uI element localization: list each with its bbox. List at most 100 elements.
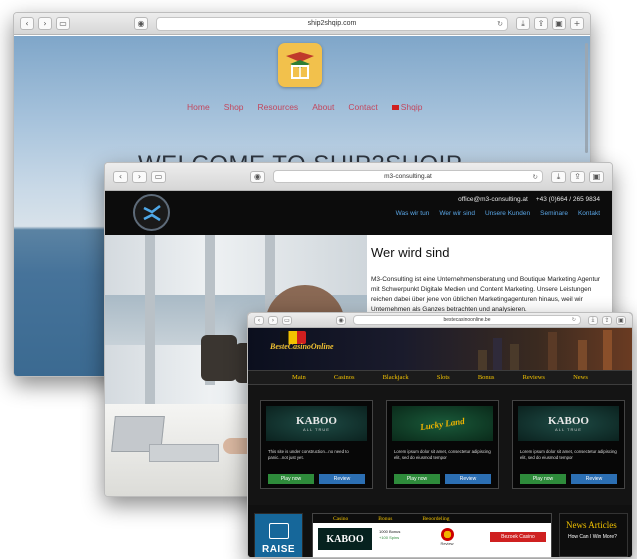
tabs-icon[interactable]: ▣ (552, 17, 566, 30)
casino-cards: KABOO ALL TRUE This site is under constr… (260, 400, 625, 489)
back-icon[interactable]: ‹ (20, 17, 34, 30)
col-bonus: Bonus (378, 515, 393, 522)
contact-email[interactable]: office@m3-consulting.at (458, 196, 528, 203)
address-text: ship2shqip.com (307, 20, 357, 27)
address-bar[interactable]: m3-consulting.at ↻ (273, 170, 543, 183)
visit-casino-button[interactable]: Bezoek Casino (490, 532, 546, 542)
address-text: bestecasinoonline.be (443, 317, 491, 323)
section-paragraph: M3-Consulting ist eine Unternehmensberat… (371, 276, 601, 313)
play-now-button[interactable]: Play now (268, 474, 314, 484)
back-icon[interactable]: ‹ (113, 170, 128, 183)
nav-language[interactable]: Shqip (391, 102, 422, 112)
address-text: m3-consulting.at (384, 173, 432, 180)
tabs-icon[interactable]: ▣ (616, 315, 626, 325)
nav-reviews[interactable]: Reviews (523, 374, 545, 381)
share-icon[interactable]: ⇪ (602, 315, 612, 325)
downloads-icon[interactable]: ⤓ (551, 170, 566, 183)
dashboard-icon (268, 523, 289, 539)
nav-casinos[interactable]: Casinos (334, 374, 355, 381)
reload-icon[interactable]: ↻ (572, 317, 576, 323)
browser-toolbar: ‹ › ▭ ◉ bestecasinoonline.be ↻ ⤓ ⇪ ▣ (248, 313, 632, 328)
raise-banner[interactable]: RAISE (254, 513, 303, 557)
site-header: office@m3-consulting.at +43 (0)664 / 265… (105, 191, 612, 235)
card-logo-subtext: ALL TRUE (303, 426, 330, 432)
nav-blackjack[interactable]: Blackjack (383, 374, 409, 381)
reload-icon[interactable]: ↻ (533, 173, 538, 181)
address-bar[interactable]: ship2shqip.com ↻ (156, 16, 508, 31)
nav-main[interactable]: Main (292, 374, 306, 381)
browser-window-bestecasinoonline: ‹ › ▭ ◉ bestecasinoonline.be ↻ ⤓ ⇪ ▣ Bes… (247, 312, 633, 558)
city-building (578, 340, 587, 370)
nav-home[interactable]: Home (187, 102, 210, 112)
nav-contact[interactable]: Contact (348, 102, 377, 112)
nav-kontakt[interactable]: Kontakt (578, 210, 600, 217)
card-logo-subtext: ALL TRUE (555, 426, 582, 432)
casino-card: KABOO ALL TRUE Lorem ipsum dolor sit ame… (512, 400, 625, 489)
sidebar-icon[interactable]: ▭ (56, 17, 70, 30)
raise-label: RAISE (261, 544, 296, 555)
browser-toolbar: ‹ › ▭ ◉ ship2shqip.com ↻ ⤓ ⇪ ▣ + (14, 13, 590, 35)
table-casino-logo[interactable]: KABOO (318, 528, 372, 550)
nav-slots[interactable]: Slots (437, 374, 450, 381)
tabs-icon[interactable]: ▣ (589, 170, 604, 183)
share-icon[interactable]: ⇪ (534, 17, 548, 30)
table-review: Review (437, 528, 457, 550)
section-heading: Wer wird sind (371, 245, 450, 260)
site-banner: BesteCasinoOnline (248, 328, 632, 370)
review-button[interactable]: Review (319, 474, 365, 484)
sidebar-icon[interactable]: ▭ (151, 170, 166, 183)
card-logo-text: Lucky Land (419, 415, 466, 432)
news-item[interactable]: How Can I Win More? (568, 534, 627, 540)
reload-icon[interactable]: ↻ (497, 20, 503, 28)
kaboo-logo: KABOO ALL TRUE (266, 406, 367, 441)
sidebar-icon[interactable]: ▭ (282, 315, 292, 325)
scrollbar[interactable] (585, 43, 588, 153)
play-now-button[interactable]: Play now (394, 474, 440, 484)
review-button[interactable]: Review (571, 474, 617, 484)
chair (201, 335, 237, 381)
share-icon[interactable]: ⇪ (570, 170, 585, 183)
nav-unsere-kunden[interactable]: Unsere Kunden (485, 210, 530, 217)
nav-shop[interactable]: Shop (224, 102, 244, 112)
new-tab-icon[interactable]: + (570, 17, 584, 30)
main-nav: Home Shop Resources About Contact Shqip (187, 102, 422, 112)
downloads-icon[interactable]: ⤓ (516, 17, 530, 30)
forward-icon[interactable]: › (38, 17, 52, 30)
forward-icon[interactable]: › (132, 170, 147, 183)
back-icon[interactable]: ‹ (254, 315, 264, 325)
downloads-icon[interactable]: ⤓ (588, 315, 598, 325)
forward-icon[interactable]: › (268, 315, 278, 325)
nav-about[interactable]: About (312, 102, 334, 112)
m3-logo[interactable] (133, 194, 170, 231)
news-panel: News Articles How Can I Win More? (559, 513, 628, 557)
city-building (548, 332, 557, 370)
privacy-icon[interactable]: ◉ (134, 17, 148, 30)
address-bar[interactable]: bestecasinoonline.be ↻ (353, 315, 581, 325)
nav-seminare[interactable]: Seminare (540, 210, 568, 217)
play-now-button[interactable]: Play now (520, 474, 566, 484)
ship2shqip-logo[interactable] (278, 43, 322, 87)
nav-resources[interactable]: Resources (258, 102, 299, 112)
airplane-box-icon (286, 52, 314, 79)
review-button[interactable]: Review (445, 474, 491, 484)
contact-info: office@m3-consulting.at +43 (0)664 / 265… (458, 196, 600, 203)
nav-wer-wir-sind[interactable]: Wer wir sind (439, 210, 475, 217)
window-frame (145, 235, 155, 405)
city-building (493, 338, 502, 370)
privacy-icon[interactable]: ◉ (336, 315, 346, 325)
site-brand[interactable]: BesteCasinoOnline (270, 342, 334, 351)
kaboo-logo: KABOO ALL TRUE (518, 406, 619, 441)
lucky-land-icon (440, 528, 454, 541)
card-logo-text: KABOO (548, 414, 589, 427)
main-nav: Was wir tun Wer wir sind Unsere Kunden S… (396, 210, 600, 217)
nav-news[interactable]: News (573, 374, 588, 381)
nav-was-wir-tun[interactable]: Was wir tun (396, 210, 430, 217)
privacy-icon[interactable]: ◉ (250, 170, 265, 183)
city-building (603, 330, 612, 370)
card-logo-text: KABOO (296, 414, 337, 427)
casino-card: KABOO ALL TRUE This site is under constr… (260, 400, 373, 489)
review-label: Review (440, 541, 454, 546)
nav-bonus[interactable]: Bonus (478, 374, 495, 381)
col-casino: Casino (333, 515, 349, 522)
news-title: News Articles (566, 520, 617, 530)
